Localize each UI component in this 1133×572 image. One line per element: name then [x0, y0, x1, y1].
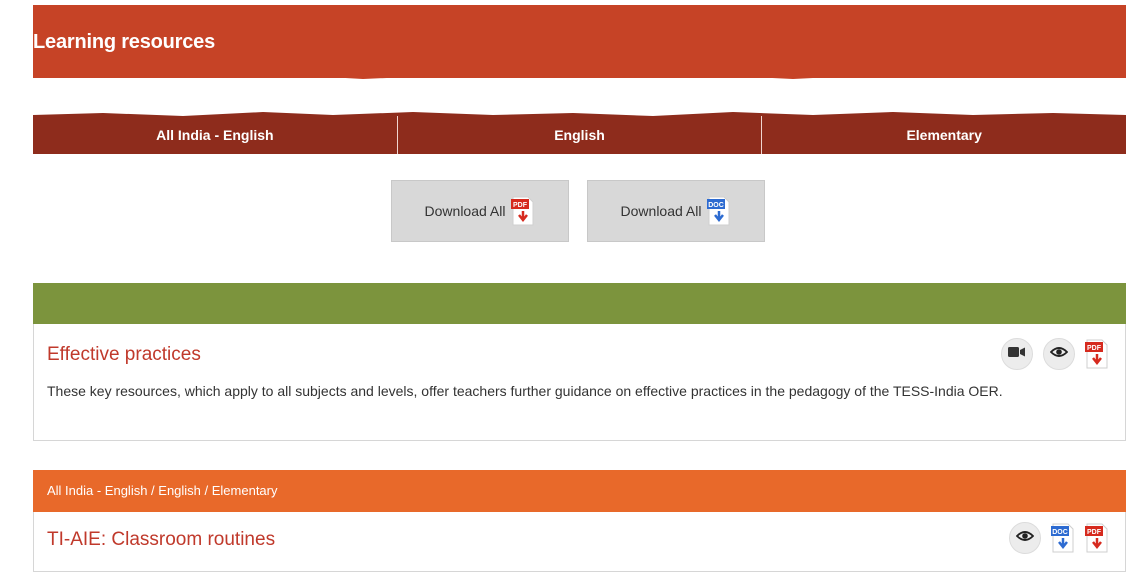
resource-title[interactable]: Effective practices	[47, 344, 201, 366]
page-title: Learning resources	[33, 31, 216, 53]
section-header-orange: All India - English / English / Elementa…	[33, 470, 1126, 512]
video-button[interactable]	[1001, 338, 1033, 370]
resource-card: TI-AIE: Classroom routines DOC PDF	[33, 512, 1126, 572]
banner-rough-edge	[33, 72, 1126, 79]
video-icon	[1008, 345, 1026, 363]
doc-icon[interactable]: DOC	[1051, 523, 1075, 553]
view-button[interactable]	[1043, 338, 1075, 370]
resource-actions: PDF	[1001, 338, 1109, 370]
resource-title[interactable]: TI-AIE: Classroom routines	[47, 529, 275, 551]
resource-card: Effective practices PDF These key resour…	[33, 324, 1126, 441]
doc-badge-text: DOC	[709, 202, 725, 209]
pdf-icon: PDF	[511, 196, 535, 226]
filter-level[interactable]: Elementary	[762, 116, 1126, 154]
download-all-doc-button[interactable]: Download All DOC	[587, 180, 765, 242]
doc-badge-text: DOC	[1052, 529, 1068, 536]
download-all-doc-label: Download All	[620, 203, 702, 219]
download-all-pdf-button[interactable]: Download All PDF	[391, 180, 569, 242]
filter-bar: All India - English English Elementary	[33, 116, 1126, 154]
page-banner: Learning resources	[33, 5, 1126, 78]
pdf-badge-text: PDF	[1087, 345, 1102, 352]
resource-actions: DOC PDF	[1009, 522, 1109, 554]
pdf-icon[interactable]: PDF	[1085, 523, 1109, 553]
view-button[interactable]	[1009, 522, 1041, 554]
pdf-badge-text: PDF	[513, 202, 528, 209]
eye-icon	[1015, 529, 1035, 547]
filter-state[interactable]: All India - English	[33, 116, 398, 154]
pdf-badge-text: PDF	[1087, 529, 1102, 536]
download-all-pdf-label: Download All	[424, 203, 506, 219]
filter-subject[interactable]: English	[398, 116, 763, 154]
section-header-green	[33, 283, 1126, 324]
resource-category: All India - English / English / Elementa…	[47, 483, 278, 498]
doc-icon: DOC	[707, 196, 731, 226]
eye-icon	[1049, 345, 1069, 363]
resource-description: These key resources, which apply to all …	[47, 383, 1003, 399]
pdf-icon[interactable]: PDF	[1085, 339, 1109, 369]
